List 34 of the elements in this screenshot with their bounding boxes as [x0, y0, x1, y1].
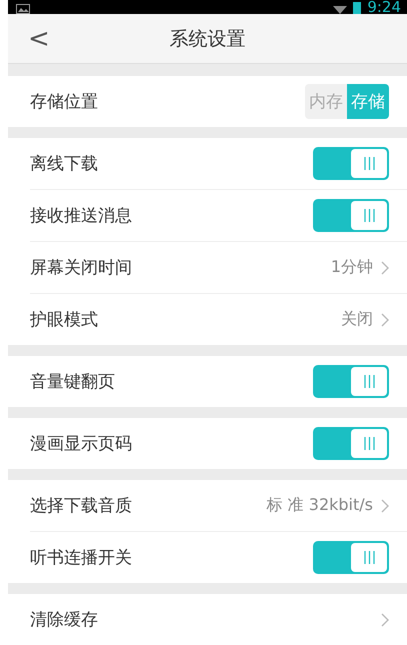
toggle-switch[interactable]	[313, 147, 389, 180]
grip-icon	[364, 375, 374, 388]
chevron-right-icon	[381, 260, 389, 274]
chevron-right-icon	[381, 498, 389, 512]
chevron-right-icon	[381, 312, 389, 326]
toggle-switch[interactable]	[313, 541, 389, 574]
toggle-switch[interactable]	[313, 427, 389, 460]
setting-label: 听书连播开关	[30, 547, 133, 569]
setting-value: 关闭	[341, 309, 373, 330]
segment-option[interactable]: 内存	[305, 84, 347, 119]
setting-label: 音量键翻页	[30, 371, 116, 393]
grip-icon	[364, 209, 374, 222]
toggle-switch[interactable]	[313, 199, 389, 232]
setting-label: 屏幕关闭时间	[30, 257, 133, 279]
grip-icon	[364, 551, 374, 564]
setting-label: 清除缓存	[30, 609, 99, 631]
toggle-switch[interactable]	[313, 365, 389, 398]
setting-label: 漫画显示页码	[30, 433, 133, 455]
grip-icon	[364, 437, 374, 450]
setting-label: 接收推送消息	[30, 205, 133, 227]
chevron-right-icon	[381, 612, 389, 626]
setting-value: 1分钟	[330, 257, 373, 278]
setting-label: 护眼模式	[30, 309, 99, 331]
status-time: 9:24	[367, 0, 401, 14]
setting-value: 标 准 32kbit/s	[266, 495, 373, 516]
page-title: 系统设置	[170, 26, 246, 52]
setting-label: 离线下载	[30, 153, 99, 175]
battery-icon	[353, 2, 362, 14]
grip-icon	[364, 157, 374, 170]
segment-option[interactable]: 存储	[347, 84, 389, 119]
setting-label: 存储位置	[30, 91, 99, 113]
image-icon	[16, 4, 30, 14]
back-button[interactable]: <	[8, 24, 68, 54]
setting-label: 选择下载音质	[30, 495, 133, 517]
